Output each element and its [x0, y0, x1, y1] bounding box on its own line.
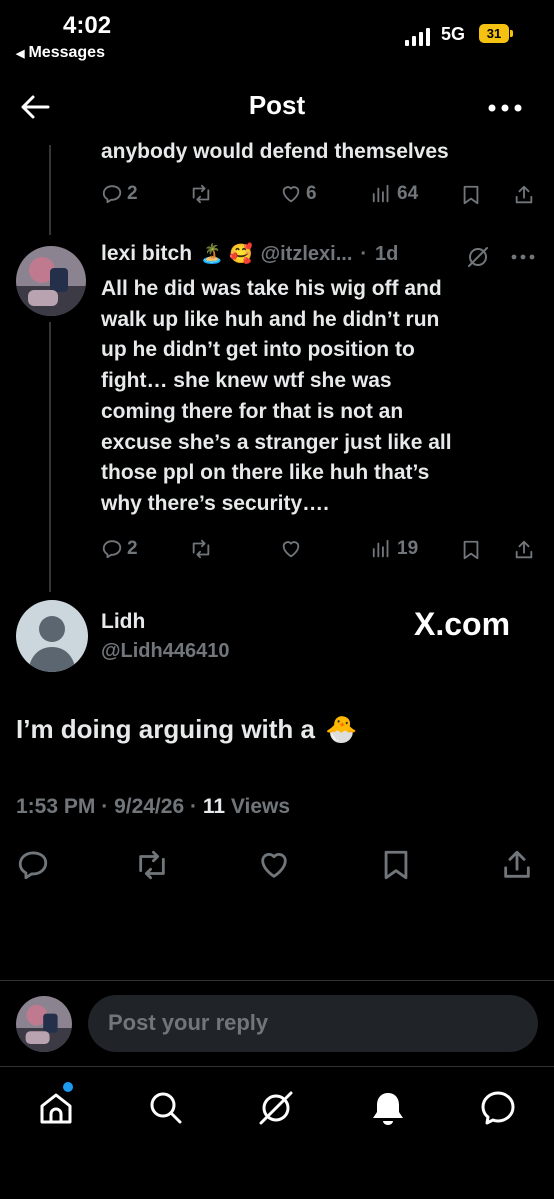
bookmark-icon[interactable]: [379, 848, 413, 882]
network-type: 5G: [441, 24, 466, 44]
x-watermark: X.com: [414, 606, 511, 642]
thread-line: [49, 322, 51, 592]
like-action[interactable]: [280, 538, 306, 560]
repost-icon: [192, 184, 210, 204]
repost-action[interactable]: [190, 183, 216, 205]
divider: [0, 1066, 554, 1067]
composer-avatar-photo: [16, 996, 72, 1052]
meta-separator: ·: [360, 242, 368, 265]
views-count: 64: [397, 183, 419, 204]
views-count: 11: [202, 795, 226, 818]
back-to-messages-label: Messages: [28, 44, 105, 61]
meta-separator: ·: [189, 795, 197, 818]
battery-icon: 31: [479, 24, 509, 43]
meta-separator: ·: [101, 795, 109, 818]
search-icon[interactable]: [146, 1088, 186, 1128]
views-action[interactable]: 64: [371, 183, 418, 205]
default-avatar[interactable]: [16, 600, 88, 672]
tweet-line: coming there for that is not an: [101, 399, 404, 423]
heart-icon: [282, 541, 300, 558]
bookmark-icon[interactable]: [460, 539, 482, 561]
reply-placeholder: Post your reply: [108, 1010, 269, 1035]
prev-tweet-text: anybody would defend themselves: [101, 140, 449, 163]
avatar[interactable]: [16, 246, 86, 316]
divider: [0, 980, 554, 981]
share-icon[interactable]: [513, 184, 535, 206]
like-action[interactable]: 6: [280, 183, 317, 205]
tweet-line: walk up like huh and he didn’t run: [101, 307, 440, 331]
home-icon[interactable]: [36, 1088, 76, 1128]
author-handle[interactable]: @itzlexi...: [261, 243, 353, 266]
signal-icon: [405, 28, 430, 46]
author-name[interactable]: Lidh: [101, 610, 145, 634]
page-title: Post: [248, 90, 306, 120]
author-name[interactable]: lexi bitch: [101, 242, 192, 266]
views-icon: [372, 184, 389, 203]
share-icon[interactable]: [500, 848, 534, 882]
views-icon: [372, 539, 389, 558]
heart-icon[interactable]: [257, 848, 291, 882]
reply-icon: [102, 185, 122, 204]
hatching-chick-emoji: 🐣: [325, 714, 358, 744]
tweet-meta: 1:53 PM · 9/24/26 · 11 Views: [16, 795, 290, 819]
notification-dot: [63, 1082, 73, 1092]
views-action[interactable]: 19: [371, 538, 418, 560]
reply-count: 2: [127, 183, 138, 204]
avatar-photo: [16, 246, 86, 316]
notifications-bell-icon[interactable]: [368, 1088, 408, 1128]
bookmark-icon[interactable]: [460, 184, 482, 206]
composer-avatar[interactable]: [16, 996, 72, 1052]
reply-action[interactable]: 2: [101, 538, 138, 560]
author-handle[interactable]: @Lidh446410: [101, 640, 229, 663]
tweet-line: up he didn’t get into position to: [101, 338, 415, 362]
post-age: 1d: [375, 242, 399, 265]
post-date: 9/24/26: [114, 795, 185, 818]
thread-line: [49, 145, 51, 235]
more-options-icon[interactable]: [511, 254, 535, 260]
repost-icon: [192, 539, 210, 559]
tweet-text: I’m doing arguing with a: [16, 714, 315, 744]
name-emojis: 🏝️ 🥰: [200, 244, 253, 265]
tweet-line: fight… she knew wtf she was: [101, 369, 392, 393]
messages-icon[interactable]: [478, 1088, 518, 1128]
tweet-line: All he did was take his wig off and: [101, 277, 442, 300]
reply-icon[interactable]: [16, 848, 50, 882]
heart-icon: [282, 186, 300, 203]
reply-count: 2: [127, 538, 138, 559]
views-count: 19: [397, 538, 419, 559]
battery-level: 31: [486, 26, 502, 41]
default-avatar-icon: [16, 600, 88, 672]
reply-action[interactable]: 2: [101, 183, 138, 205]
battery-nub: [510, 30, 513, 37]
tweet-line: those ppl on there like huh that’s: [101, 461, 430, 485]
like-count: 6: [306, 183, 317, 204]
status-time: 4:02: [63, 12, 112, 39]
back-triangle-icon: ◀: [16, 48, 25, 60]
back-to-messages[interactable]: ◀ Messages: [16, 44, 105, 62]
post-time: 1:53 PM: [16, 795, 96, 818]
more-options-icon[interactable]: [488, 104, 522, 112]
share-icon[interactable]: [513, 539, 535, 561]
tweet-line: why there’s security….: [101, 491, 329, 515]
reply-icon: [102, 540, 122, 559]
views-label: Views: [230, 795, 291, 818]
tweet-line: excuse she’s a stranger just like all: [101, 430, 452, 454]
grok-icon[interactable]: [256, 1088, 296, 1128]
tweet-body: All he did was take his wig off and walk…: [101, 274, 541, 520]
repost-icon[interactable]: [135, 848, 169, 882]
grok-icon[interactable]: [466, 245, 490, 269]
repost-action[interactable]: [190, 538, 216, 560]
